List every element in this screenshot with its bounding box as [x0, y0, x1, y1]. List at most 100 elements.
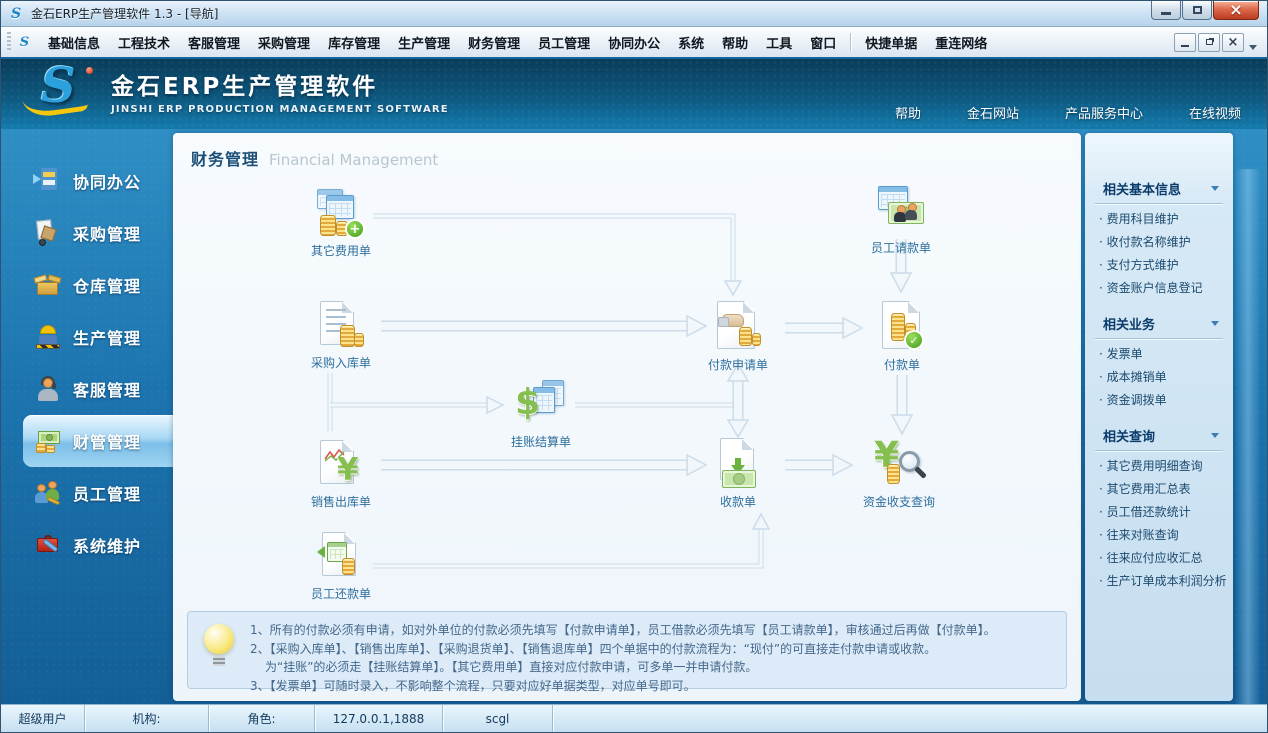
header-banner: S 金石ERP生产管理软件 JINSHI ERP PRODUCTION MANA…	[1, 59, 1267, 129]
sidebar-item-customer-service[interactable]: 客服管理	[1, 363, 173, 415]
rightbar-item-other-expense-summary[interactable]: 其它费用汇总表	[1099, 478, 1225, 501]
menu-item-collaboration[interactable]: 协同办公	[599, 29, 669, 56]
sidebar-item-finance[interactable]: 财管管理	[23, 415, 173, 467]
flow-node-payment-bill[interactable]: 付款单	[854, 301, 950, 373]
warehouse-icon	[33, 270, 63, 300]
section-title: 相关查询	[1103, 426, 1155, 445]
sidebar-item-purchasing[interactable]: 采购管理	[1, 207, 173, 259]
shape	[40, 325, 56, 334]
flow-node-label: 其它费用单	[293, 242, 389, 259]
section-header-related-basic-info[interactable]: 相关基本信息	[1095, 173, 1223, 204]
coins-shape	[752, 333, 761, 346]
link-product-service-center[interactable]: 产品服务中心	[1065, 103, 1143, 122]
link-help[interactable]: 帮助	[895, 103, 921, 122]
edge-highlight-decoration	[1235, 169, 1261, 706]
coins-shape	[887, 464, 900, 484]
chevron-down-icon	[1211, 186, 1219, 191]
rightbar-item-fund-account-register[interactable]: 资金账户信息登记	[1099, 277, 1225, 300]
sales-outbound-bill-icon	[314, 438, 368, 492]
product-subtitle: JINSHI ERP PRODUCTION MANAGEMENT SOFTWAR…	[111, 104, 449, 115]
flow-node-fund-query[interactable]: 资金收支查询	[851, 438, 947, 510]
flow-node-receipt-bill[interactable]: 收款单	[690, 438, 786, 510]
section-header-related-query[interactable]: 相关查询	[1095, 420, 1223, 451]
menu-item-quick-bills[interactable]: 快捷单据	[856, 29, 926, 56]
menu-item-basic-info[interactable]: 基础信息	[39, 29, 109, 56]
purchase-icon	[33, 218, 63, 248]
flow-node-employee-payment-request[interactable]: 员工请款单	[853, 184, 949, 256]
shape	[37, 282, 58, 295]
sidebar-item-warehouse[interactable]: 仓库管理	[1, 259, 173, 311]
status-organization: 机构:	[85, 705, 209, 732]
sidebar-item-system-maintenance[interactable]: 系统维护	[1, 519, 173, 571]
green-left-arrow-icon	[317, 546, 325, 558]
rightbar-item-other-expense-detail-query[interactable]: 其它费用明细查询	[1099, 455, 1225, 478]
rightbar-item-order-cost-profit-analysis[interactable]: 生产订单成本利润分析	[1099, 570, 1225, 593]
coins-shape	[891, 313, 905, 341]
menu-item-window[interactable]: 窗口	[801, 29, 845, 56]
hand-shape	[722, 314, 744, 327]
title-bar[interactable]: S 金石ERP生产管理软件 1.3 - [导航]	[1, 1, 1267, 27]
sidebar-item-label: 生产管理	[73, 325, 141, 349]
rightbar-item-pay-method-maintain[interactable]: 支付方式维护	[1099, 254, 1225, 277]
menu-item-tools[interactable]: 工具	[757, 29, 801, 56]
sidebar-item-production[interactable]: 生产管理	[1, 311, 173, 363]
banner-titles: 金石ERP生产管理软件 JINSHI ERP PRODUCTION MANAGE…	[111, 67, 449, 129]
flow-node-payment-application[interactable]: 付款申请单	[690, 301, 786, 373]
menu-item-reconnect-network[interactable]: 重连网络	[926, 29, 996, 56]
menu-item-finance[interactable]: 财务管理	[459, 29, 529, 56]
flow-node-employee-repayment[interactable]: 员工还款单	[293, 530, 389, 602]
check-badge-icon	[906, 332, 922, 348]
link-jinshi-website[interactable]: 金石网站	[967, 103, 1019, 122]
menu-item-employee[interactable]: 员工管理	[529, 29, 599, 56]
mdi-restore-button[interactable]	[1198, 33, 1220, 52]
shape	[33, 174, 41, 184]
toolbar-grip[interactable]	[7, 32, 11, 52]
rightbar-item-payable-receivable-summary[interactable]: 往来应付应收汇总	[1099, 547, 1225, 570]
sidebar-item-label: 财管管理	[73, 429, 141, 453]
notes-text: 1、所有的付款必须有申请，如对外单位的付款必须先填写【付款申请单】，员工借款必须…	[248, 612, 1066, 688]
rightbar-item-fund-transfer-bill[interactable]: 资金调拨单	[1099, 389, 1225, 412]
mdi-close-button[interactable]	[1222, 33, 1244, 52]
rightbar-item-cost-amortize-bill[interactable]: 成本摊销单	[1099, 366, 1225, 389]
flow-node-purchase-inbound[interactable]: 采购入库单	[293, 299, 389, 371]
flow-node-other-expense-bill[interactable]: 其它费用单	[293, 187, 389, 259]
menu-item-customer-service[interactable]: 客服管理	[179, 29, 249, 56]
link-online-video[interactable]: 在线视频	[1189, 103, 1241, 122]
sidebar-item-label: 协同办公	[73, 169, 141, 193]
maximize-button[interactable]	[1182, 1, 1212, 20]
receipt-bill-icon	[711, 438, 765, 492]
mdi-minimize-button[interactable]	[1174, 33, 1196, 52]
flow-node-sales-outbound[interactable]: 销售出库单	[293, 438, 389, 510]
sidebar-item-employee[interactable]: 员工管理	[1, 467, 173, 519]
close-button[interactable]	[1213, 1, 1259, 20]
minimize-button[interactable]	[1151, 1, 1181, 20]
toolbar-overflow-icon[interactable]	[1249, 45, 1257, 50]
rightbar-item-invoice-bill[interactable]: 发票单	[1099, 343, 1225, 366]
menu-item-production[interactable]: 生产管理	[389, 29, 459, 56]
coins-shape	[340, 325, 355, 347]
customer-service-icon	[33, 374, 63, 404]
menu-item-engineering[interactable]: 工程技术	[109, 29, 179, 56]
app-logo-icon-small: S	[16, 34, 33, 51]
flow-node-label: 挂账结算单	[493, 433, 589, 450]
sidebar-item-label: 系统维护	[73, 533, 141, 557]
product-title: 金石ERP生产管理软件	[111, 67, 449, 101]
menu-item-purchasing[interactable]: 采购管理	[249, 29, 319, 56]
menu-bar: S 基础信息 工程技术 客服管理 采购管理 库存管理 生产管理 财务管理 员工管…	[1, 27, 1267, 59]
menu-item-help[interactable]: 帮助	[713, 29, 757, 56]
jinshi-logo-icon: S	[27, 63, 99, 121]
flow-node-credit-settlement[interactable]: 挂账结算单	[493, 378, 589, 450]
menu-item-inventory[interactable]: 库存管理	[319, 29, 389, 56]
note-line: 1、所有的付款必须有申请，如对外单位的付款必须先填写【付款申请单】，员工借款必须…	[250, 621, 1054, 640]
status-role: 角色:	[209, 705, 315, 732]
rightbar-item-expense-subject-maintain[interactable]: 费用科目维护	[1099, 208, 1225, 231]
shape	[39, 239, 46, 246]
rightbar-item-reconcile-query[interactable]: 往来对账查询	[1099, 524, 1225, 547]
section-header-related-business[interactable]: 相关业务	[1095, 308, 1223, 339]
shape	[43, 180, 55, 185]
mdi-window-controls	[1172, 33, 1263, 52]
menu-item-system[interactable]: 系统	[669, 29, 713, 56]
rightbar-item-payment-name-maintain[interactable]: 收付款名称维护	[1099, 231, 1225, 254]
sidebar-item-collaboration[interactable]: 协同办公	[1, 155, 173, 207]
rightbar-item-employee-loan-stats[interactable]: 员工借还款统计	[1099, 501, 1225, 524]
